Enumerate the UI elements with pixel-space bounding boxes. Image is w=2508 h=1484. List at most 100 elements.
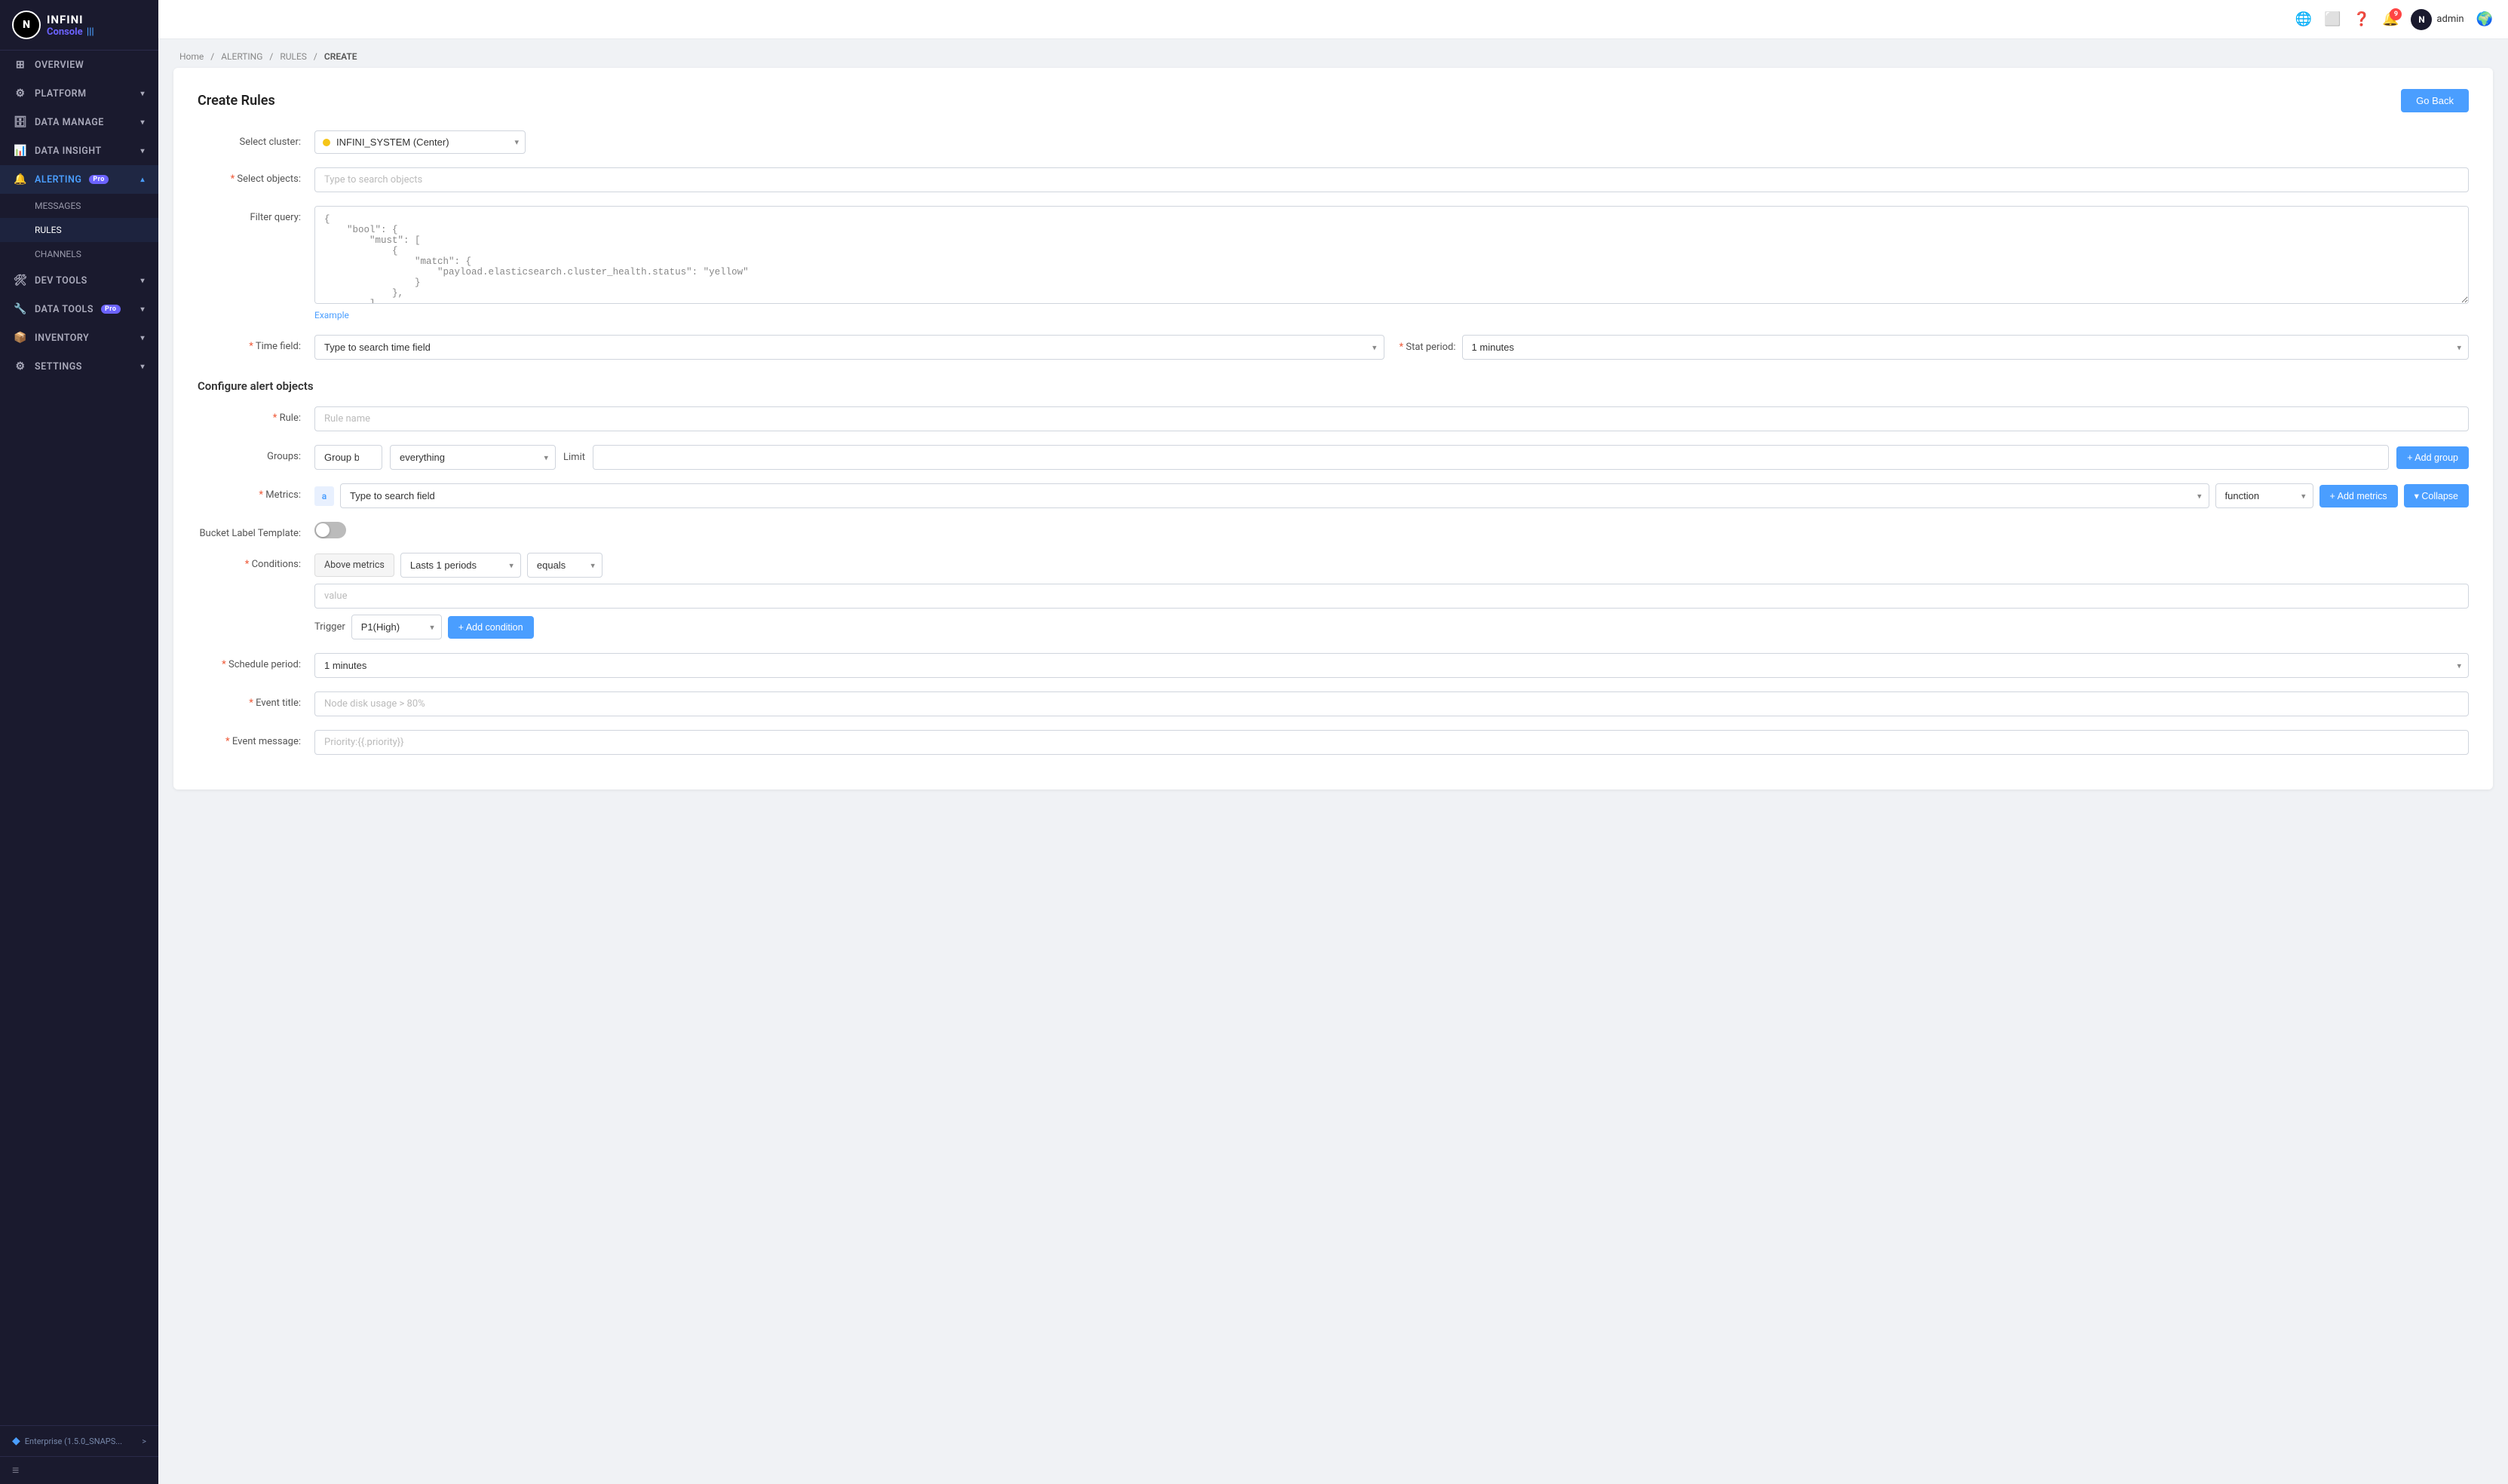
breadcrumb-home[interactable]: Home: [179, 51, 204, 62]
configure-section-title: Configure alert objects: [198, 373, 2469, 393]
conditions-row: * Conditions: Above metrics Lasts 1 peri…: [198, 553, 2469, 639]
go-back-button[interactable]: Go Back: [2401, 89, 2469, 112]
time-field-select-wrap: Type to search time field ▾: [314, 335, 1384, 360]
priority-select[interactable]: P1(High) P2(Medium) P3(Low): [351, 615, 442, 639]
sidebar-item-channels[interactable]: CHANNELS: [0, 242, 158, 266]
search-field-select[interactable]: Type to search field: [340, 483, 2209, 508]
schedule-period-label: * Schedule period:: [198, 653, 314, 670]
chevron-down-icon: ▾: [140, 147, 145, 155]
sidebar-item-platform[interactable]: ⚙ PLATFORM ▾: [0, 79, 158, 108]
groups-control-wrap: Group by everything ▾ Limit 5 + Add: [314, 445, 2469, 470]
schedule-period-select-wrap: 1 minutes 5 minutes 15 minutes ▾: [314, 653, 2469, 678]
add-condition-button[interactable]: + Add condition: [448, 616, 534, 639]
diamond-icon: ◆: [12, 1435, 20, 1447]
logo-icon: N: [12, 11, 41, 39]
admin-user-area[interactable]: N admin: [2411, 9, 2464, 30]
form-header: Create Rules Go Back: [198, 89, 2469, 112]
limit-input[interactable]: 5: [593, 445, 2389, 470]
time-stat-wrap: Type to search time field ▾ * Stat perio…: [314, 335, 2469, 360]
toggle-thumb: [316, 523, 330, 537]
help-icon[interactable]: ❓: [2353, 11, 2370, 27]
trigger-label: Trigger: [314, 621, 345, 633]
sidebar-item-label: DEV TOOLS: [35, 275, 87, 287]
schedule-period-select[interactable]: 1 minutes 5 minutes 15 minutes: [314, 653, 2469, 678]
globe-icon[interactable]: 🌐: [2295, 11, 2312, 27]
footer-arrow[interactable]: >: [142, 1436, 146, 1446]
sidebar-item-overview[interactable]: ⊞ OVERVIEW: [0, 51, 158, 79]
select-cluster-row: Select cluster: INFINI_SYSTEM (Center) ▾: [198, 130, 2469, 154]
event-title-input[interactable]: [314, 691, 2469, 716]
chevron-down-icon: ▾: [140, 305, 145, 314]
sidebar-item-label: DATA TOOLS: [35, 304, 94, 315]
chevron-down-icon: ▾: [140, 334, 145, 342]
add-group-button[interactable]: + Add group: [2396, 446, 2469, 469]
lasts-periods-select[interactable]: Lasts 1 periods: [400, 553, 521, 578]
data-insight-icon: 📊: [14, 145, 27, 157]
group-by-select-wrap: Group by: [314, 445, 382, 470]
sidebar-item-messages[interactable]: MESSAGES: [0, 194, 158, 218]
cluster-select[interactable]: INFINI_SYSTEM (Center): [330, 131, 514, 153]
sidebar-item-dev-tools[interactable]: 🛠 DEV TOOLS ▾: [0, 266, 158, 295]
collapse-button[interactable]: ▾ Collapse: [2404, 484, 2469, 507]
time-field-select[interactable]: Type to search time field: [314, 335, 1384, 360]
sidebar-item-data-manage[interactable]: 🗄 DATA MANAGE ▾: [0, 108, 158, 136]
function-select[interactable]: function: [2215, 483, 2313, 508]
admin-label: admin: [2436, 14, 2464, 25]
logo-area: N INFINI Console |||: [0, 0, 158, 51]
hamburger-menu[interactable]: ≡: [0, 1456, 158, 1484]
sidebar-item-alerting[interactable]: 🔔 ALERTING Pro ▴: [0, 165, 158, 194]
stat-period-select[interactable]: 1 minutes 5 minutes 15 minutes 30 minute…: [1462, 335, 2469, 360]
metrics-row: * Metrics: a Type to search field ▾: [198, 483, 2469, 508]
sidebar-item-label: INVENTORY: [35, 333, 89, 344]
sidebar-item-data-tools[interactable]: 🔧 DATA TOOLS Pro ▾: [0, 295, 158, 323]
sidebar-item-label: PLATFORM: [35, 88, 87, 100]
limit-label: Limit: [563, 452, 585, 463]
rule-name-input[interactable]: [314, 406, 2469, 431]
sidebar-item-settings[interactable]: ⚙ SETTINGS ▾: [0, 352, 158, 381]
event-title-wrap: [314, 691, 2469, 716]
breadcrumb-alerting[interactable]: ALERTING: [221, 51, 262, 62]
sidebar-item-rules[interactable]: RULES: [0, 218, 158, 242]
group-by-select[interactable]: Group by: [314, 445, 382, 470]
groups-label: Groups:: [198, 445, 314, 462]
bucket-label-toggle[interactable]: [314, 522, 346, 538]
chevron-down-icon: ▾: [140, 277, 145, 285]
sidebar: N INFINI Console ||| ⊞ OVERVIEW ⚙ PLATFO…: [0, 0, 158, 1484]
bucket-label-toggle-wrap: [314, 522, 2469, 538]
rule-label: * Rule:: [198, 406, 314, 424]
chevron-up-icon: ▴: [140, 176, 145, 184]
bucket-label-row: Bucket Label Template:: [198, 522, 2469, 539]
event-message-input[interactable]: [314, 730, 2469, 755]
content-area: Home / ALERTING / RULES / CREATE Create …: [158, 39, 2508, 1484]
stat-period-select-wrap: 1 minutes 5 minutes 15 minutes 30 minute…: [1462, 335, 2469, 360]
condition-value-input[interactable]: [314, 584, 2469, 609]
everything-select[interactable]: everything: [390, 445, 556, 470]
equals-select-wrap: equals ▾: [527, 553, 602, 578]
filter-query-textarea[interactable]: { "bool": { "must": [ { "match": { "payl…: [314, 206, 2469, 304]
breadcrumb-rules[interactable]: RULES: [280, 51, 307, 62]
terminal-icon[interactable]: ⬜: [2324, 11, 2341, 27]
search-field-select-wrap: Type to search field ▾: [340, 483, 2209, 508]
add-metrics-button[interactable]: + Add metrics: [2319, 485, 2398, 507]
priority-select-wrap: P1(High) P2(Medium) P3(Low) ▾: [351, 615, 442, 639]
example-link[interactable]: Example: [314, 310, 349, 320]
logo-infini: INFINI: [47, 13, 94, 26]
select-objects-wrap: [314, 167, 2469, 192]
conditions-label: * Conditions:: [198, 553, 314, 570]
select-objects-input[interactable]: [314, 167, 2469, 192]
sidebar-item-label: DATA MANAGE: [35, 117, 104, 128]
stat-period-label: * Stat period:: [1400, 342, 1456, 353]
equals-select[interactable]: equals: [527, 553, 602, 578]
cluster-status-dot: [323, 139, 330, 146]
language-icon[interactable]: 🌍: [2476, 11, 2493, 27]
sidebar-item-data-insight[interactable]: 📊 DATA INSIGHT ▾: [0, 136, 158, 165]
dev-tools-icon: 🛠: [14, 274, 27, 287]
sidebar-item-label: DATA INSIGHT: [35, 146, 102, 157]
notification-area[interactable]: 🔔 9: [2382, 11, 2399, 27]
inventory-icon: 📦: [14, 332, 27, 344]
logo-console: Console |||: [47, 26, 94, 38]
main-area: 🌐 ⬜ ❓ 🔔 9 N admin 🌍 Home / ALERTING / RU…: [158, 0, 2508, 1484]
sidebar-item-inventory[interactable]: 📦 INVENTORY ▾: [0, 323, 158, 352]
rule-input-wrap: [314, 406, 2469, 431]
select-arrow-icon: ▾: [514, 137, 519, 147]
